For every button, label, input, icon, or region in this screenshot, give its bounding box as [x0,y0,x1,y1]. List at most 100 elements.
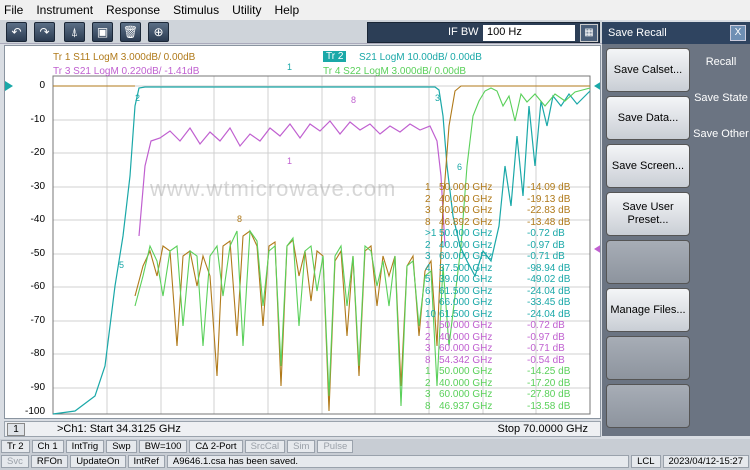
stop-frequency[interactable]: Stop 70.0000 GHz [497,423,588,435]
marker-row[interactable]: 10 61.500 GHz -24.04 dB [425,309,585,321]
status-item[interactable]: Swp [106,440,137,453]
menu-stimulus[interactable]: Stimulus [173,3,219,17]
zoom-icon[interactable]: ⊕ [148,22,169,42]
status-item[interactable]: Tr 2 [1,440,30,453]
marker-row[interactable]: 8 54.342 GHz -0.54 dB [425,355,585,367]
marker-row[interactable]: 3 60.000 GHz -0.71 dB [425,251,585,263]
ref-arrow-right [594,82,600,90]
marker-row[interactable]: 8 46.892 GHz -13.48 dB [425,217,585,229]
marker-id: 3 [425,343,431,354]
trace-4-header[interactable]: Tr 4 S22 LogM 3.000dB/ 0.00dB [323,66,466,77]
save-data-button[interactable]: Save Data... [606,96,690,140]
trace-2-header[interactable]: S21 LogM 10.00dB/ 0.00dB [359,52,482,63]
marker-id: 9 [425,297,431,308]
keypad-icon[interactable]: ▦ [580,24,598,42]
marker-row[interactable]: 6 61.500 GHz -24.04 dB [425,286,585,298]
status-item[interactable]: Sim [287,440,316,453]
trace-3-header[interactable]: Tr 3 S21 LogM 0.220dB/ -1.41dB [53,66,199,77]
marker-frequency: 40.000 GHz [439,331,493,343]
marker-id: 1 [425,320,431,331]
marker-row[interactable]: 9 66.000 GHz -33.45 dB [425,297,585,309]
marker-row[interactable]: 3 60.000 GHz -27.80 dB [425,389,585,401]
status-item[interactable]: Svc [1,455,29,468]
menu-response[interactable]: Response [106,3,160,17]
marker-value: -14.09 dB [527,182,571,193]
save-user-preset-button[interactable]: Save User Preset... [606,192,690,236]
marker-value: -0.71 dB [527,343,565,354]
marker-row[interactable]: 5 39.000 GHz -49.02 dB [425,274,585,286]
marker-row[interactable]: 1 50.000 GHz -14.09 dB [425,182,585,194]
marker-frequency: 60.000 GHz [439,389,493,400]
marker-frequency: 50.000 GHz [439,182,493,193]
measurement-plot[interactable]: 1 2 3 8 1 8 5 6 Tr 1 S11 LogM 3.000dB/ 0… [4,45,601,419]
status-item[interactable]: RFOn [30,455,69,468]
manage-files-button[interactable]: Manage Files... [606,288,690,332]
marker-value: -24.04 dB [527,308,571,320]
panel-title: Save Recall [608,27,667,39]
marker-row[interactable]: 8 46.937 GHz -13.58 dB [425,401,585,413]
undo-icon[interactable]: ↶ [6,22,27,42]
status-item[interactable]: BW=100 [138,440,188,453]
marker-row[interactable]: >1 50.000 GHz -0.72 dB [425,228,585,240]
marker-value: -17.20 dB [527,377,571,389]
marker-row[interactable]: 2 40.000 GHz -0.97 dB [425,240,585,252]
trace-2-tag[interactable]: Tr 2 [323,51,347,62]
marker-row[interactable]: 3 60.000 GHz -0.71 dB [425,343,585,355]
channel-selector[interactable]: 1 [7,423,25,436]
marker-icon[interactable]: ⍋ [64,22,85,42]
status-item[interactable]: SrcCal [244,440,286,453]
marker-id: 1 [425,182,431,193]
marker-id: 2 [425,331,431,343]
marker-table: 1 50.000 GHz -14.09 dB 2 40.000 GHz -19.13 dB… [425,182,585,412]
status-message: A9646.1.csa has been saved. [166,455,630,468]
marker-frequency: 50.000 GHz [439,320,493,331]
tab-save-state[interactable]: Save State [692,92,750,104]
y-tick: -60 [30,281,45,292]
tab-save-other[interactable]: Save Other [692,124,750,144]
screenshot-icon[interactable]: ▣ [92,22,113,42]
marker-frequency: 66.000 GHz [439,297,493,308]
marker-row[interactable]: 2 40.000 GHz -0.97 dB [425,332,585,344]
marker-id: >1 [425,228,437,239]
close-icon[interactable]: X [730,25,746,41]
save-calset-button[interactable]: Save Calset... [606,48,690,92]
tab-recall[interactable]: Recall [692,56,750,68]
status-item[interactable]: Pulse [317,440,354,453]
marker-id: 2 [425,193,431,205]
menu-file[interactable]: File [4,3,23,17]
marker-row[interactable]: 2 40.000 GHz -19.13 dB [425,194,585,206]
redo-icon[interactable]: ↷ [34,22,55,42]
menu-help[interactable]: Help [274,3,299,17]
marker-row[interactable]: 1 50.000 GHz -0.72 dB [425,320,585,332]
svg-text:5: 5 [119,260,124,270]
empty-softkey [606,240,690,284]
delete-icon[interactable]: 🗑 [120,22,141,42]
marker-value: -24.04 dB [527,285,571,297]
y-tick: -30 [30,181,45,192]
marker-value: -22.83 dB [527,205,571,216]
y-tick: -100 [24,406,45,417]
marker-value: -0.97 dB [527,239,565,251]
start-frequency[interactable]: >Ch1: Start 34.3125 GHz [57,423,181,435]
menu-utility[interactable]: Utility [232,3,261,17]
watermark: www.wtmicrowave.com [150,176,397,201]
status-item[interactable]: Ch 1 [31,440,64,453]
status-item[interactable]: UpdateOn [70,455,126,468]
status-bar-top: Tr 2 Ch 1 IntTrig Swp BW=100 C∆ 2-Port SrcCal S… [0,439,750,454]
marker-row[interactable]: 2 40.000 GHz -17.20 dB [425,378,585,390]
save-screen-button[interactable]: Save Screen... [606,144,690,188]
status-item[interactable]: IntTrig [65,440,105,453]
ifbw-input[interactable]: 100 Hz [483,25,575,41]
marker-value: -14.25 dB [527,366,571,377]
status-item[interactable]: C∆ 2-Port [189,440,243,453]
status-bar-bottom: Svc RFOn UpdateOn IntRef A9646.1.csa has bee… [0,454,750,470]
menu-instrument[interactable]: Instrument [36,3,93,17]
marker-value: -0.72 dB [527,320,565,331]
marker-row[interactable]: 4 37.500 GHz -98.94 dB [425,263,585,275]
if-bandwidth-control: IF BW 100 Hz ▦ [367,22,600,43]
status-item[interactable]: IntRef [127,455,165,468]
trace-1-header[interactable]: Tr 1 S11 LogM 3.000dB/ 0.00dB [53,52,195,63]
marker-row[interactable]: 3 60.000 GHz -22.83 dB [425,205,585,217]
marker-row[interactable]: 1 50.000 GHz -14.25 dB [425,366,585,378]
marker-value: -0.54 dB [527,354,565,366]
